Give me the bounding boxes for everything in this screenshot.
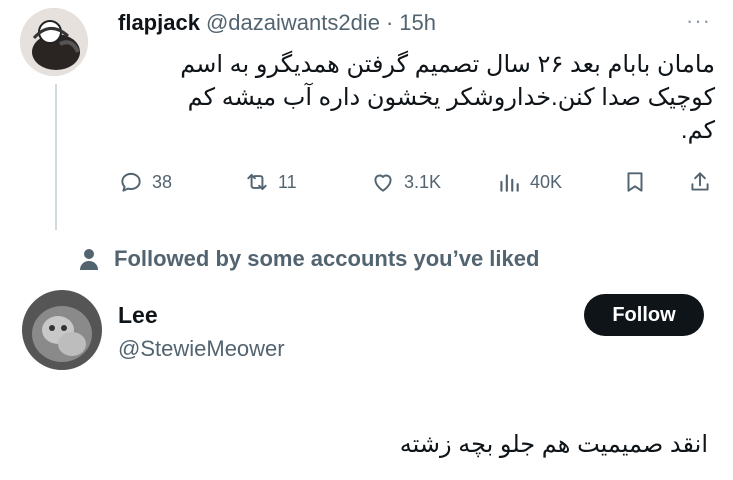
avatar[interactable] (20, 8, 88, 76)
person-icon (80, 249, 98, 270)
avatar[interactable] (22, 290, 102, 370)
tweet-text-line: مامان بابام بعد ۲۶ سال تصمیم گرفتن همدیگ… (180, 51, 715, 78)
bookmark-icon (627, 172, 643, 192)
display-name[interactable]: Lee (118, 302, 158, 329)
bookmark-button[interactable] (622, 169, 648, 195)
reply-icon (121, 172, 141, 192)
heart-icon (374, 174, 392, 192)
like-count: 3.1K (404, 171, 442, 192)
views-button[interactable]: 40K (496, 169, 562, 195)
social-context-text: Followed by some accounts you’ve liked (114, 246, 540, 271)
repost-button[interactable]: 11 (244, 169, 297, 195)
reply-button[interactable]: 38 (118, 169, 172, 195)
display-name[interactable]: flapjack (118, 10, 200, 36)
social-context: Followed by some accounts you’ve liked (78, 246, 539, 272)
more-icon[interactable]: ··· (686, 8, 711, 34)
tweet-text: مامان بابام بعد ۲۶ سال تصمیم گرفتن همدیگ… (118, 48, 715, 147)
timestamp[interactable]: 15h (399, 10, 436, 36)
separator: · (385, 10, 394, 35)
views-icon (500, 174, 519, 192)
share-icon (691, 172, 709, 191)
handle[interactable]: @dazaiwants2die (206, 10, 380, 36)
avatar-image (20, 8, 88, 76)
tweet-text-line: کم. (680, 117, 715, 144)
thread-line (55, 84, 57, 230)
handle[interactable]: @StewieMeower (118, 336, 285, 362)
tweet-header: flapjack @dazaiwants2die · 15h (118, 10, 436, 36)
like-button[interactable]: 3.1K (370, 169, 441, 195)
avatar-image (22, 290, 102, 370)
repost-icon (247, 173, 267, 191)
views-count: 40K (530, 171, 563, 192)
reply-count: 38 (152, 171, 173, 192)
follow-button[interactable]: Follow (584, 294, 704, 336)
share-button[interactable] (687, 169, 713, 195)
repost-count: 11 (278, 171, 297, 192)
tweet-text-line: کوچیک صدا کنن.خداروشکر یخشون داره آب میش… (187, 84, 715, 111)
reply-text: انقد صمیمیت هم جلو بچه زشته (399, 431, 708, 458)
